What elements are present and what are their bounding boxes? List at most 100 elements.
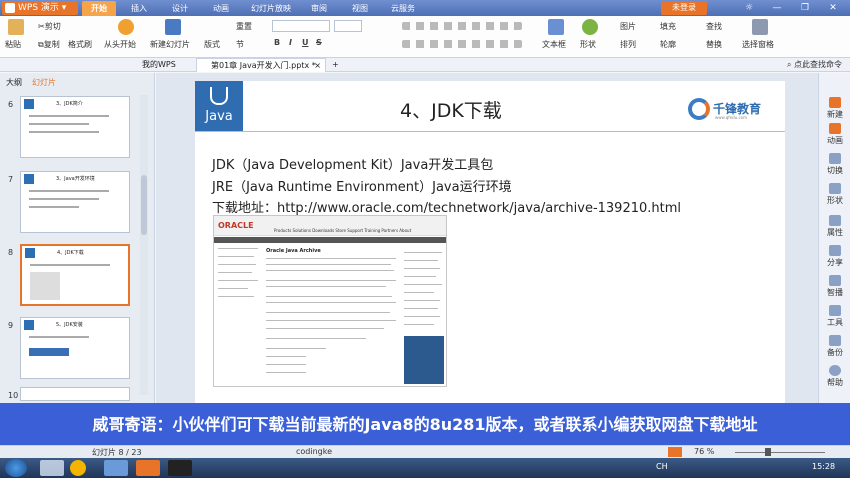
font-size-box[interactable] xyxy=(334,20,362,32)
terminal-icon[interactable] xyxy=(168,460,192,476)
thumb-number: 10 xyxy=(8,391,19,400)
copy-button[interactable]: ⧉复制 xyxy=(38,39,60,50)
select-pane-icon[interactable] xyxy=(752,19,768,35)
caption-banner: 威哥寄语：小伙伴们可下载当前最新的Java8的8u281版本，或者联系小编获取网… xyxy=(0,403,850,445)
play-icon[interactable] xyxy=(118,19,134,35)
find-button[interactable]: 查找 xyxy=(706,21,722,32)
pane-shape-button[interactable]: 形状 xyxy=(819,183,850,206)
slide-thumbnail-8[interactable]: 4、JDK下载 xyxy=(20,244,130,306)
underline-button[interactable]: U xyxy=(302,38,309,47)
document-tab-label: 第01章 Java开发入门.pptx * xyxy=(211,61,316,70)
skin-icon[interactable]: ☼ xyxy=(740,2,758,14)
tab-slideshow[interactable]: 幻灯片放映 xyxy=(246,1,296,16)
pane-share-button[interactable]: 分享 xyxy=(819,245,850,268)
zoom-slider[interactable] xyxy=(735,452,825,453)
tab-cloud[interactable]: 云服务 xyxy=(385,1,421,16)
oracle-nav: Products Solutions Downloads Store Suppo… xyxy=(274,228,412,233)
javaone-banner xyxy=(404,336,444,384)
command-search[interactable]: ⌕ 点此查找命令 xyxy=(787,58,842,72)
tab-insert[interactable]: 插入 xyxy=(124,1,154,16)
slide-thumbnail-6[interactable]: 3、JDK简介 xyxy=(20,96,130,158)
paste-button[interactable]: 粘贴 xyxy=(5,39,21,50)
transition-icon xyxy=(829,153,841,164)
close-tab-icon[interactable]: × xyxy=(314,59,321,73)
pane-new-button[interactable]: 新建 xyxy=(819,97,850,120)
my-wps-tab[interactable]: 我的WPS xyxy=(128,58,176,72)
layout-button[interactable]: 版式 xyxy=(204,39,220,50)
login-button[interactable]: 未登录 xyxy=(661,1,707,15)
play-slideshow-icon[interactable] xyxy=(668,447,682,457)
tab-view[interactable]: 视图 xyxy=(345,1,375,16)
shape-icon[interactable] xyxy=(582,19,598,35)
new-slide-button[interactable]: 新建幻灯片 xyxy=(150,39,190,50)
caption-text: 威哥寄语：小伙伴们可下载当前最新的Java8的8u281版本，或者联系小编获取网… xyxy=(92,415,758,434)
tab-animation[interactable]: 动画 xyxy=(206,1,236,16)
scissors-icon: ✂ xyxy=(38,22,45,31)
text-box-icon[interactable] xyxy=(548,19,564,35)
wps-icon[interactable] xyxy=(136,460,160,476)
outline-button[interactable]: 轮廓 xyxy=(660,39,676,50)
section-button[interactable]: 节 xyxy=(236,39,244,50)
pane-animation-button[interactable]: 动画 xyxy=(819,123,850,146)
fill-button[interactable]: 填充 xyxy=(660,21,676,32)
pane-backup-button[interactable]: 备份 xyxy=(819,335,850,358)
body-line-jre: JRE（Java Runtime Environment）Java运行环境 xyxy=(212,180,512,195)
from-start-button[interactable]: 从头开始 xyxy=(104,39,136,50)
close-button[interactable]: ✕ xyxy=(824,2,842,14)
body-line-download: 下载地址：http://www.oracle.com/technetwork/j… xyxy=(212,201,682,216)
zoom-slider-thumb[interactable] xyxy=(765,448,771,456)
pane-smart-button[interactable]: 智播 xyxy=(819,275,850,298)
start-button[interactable] xyxy=(5,459,27,477)
pane-help-button[interactable]: 帮助 xyxy=(819,365,850,388)
arrange-button[interactable]: 排列 xyxy=(620,39,636,50)
share-icon xyxy=(829,245,841,256)
oracle-heading: Oracle Java Archive xyxy=(266,248,321,254)
cut-button[interactable]: ✂剪切 xyxy=(38,21,61,32)
format-painter-button[interactable]: 格式刷 xyxy=(68,39,92,50)
bold-button[interactable]: B xyxy=(274,38,280,47)
strike-button[interactable]: S xyxy=(316,38,322,47)
slide-thumbnail-9[interactable]: 5、JDK安装 xyxy=(20,317,130,379)
outline-tab[interactable]: 大纲 xyxy=(6,77,22,88)
restore-button[interactable]: ❐ xyxy=(796,2,814,14)
pane-properties-button[interactable]: 属性 xyxy=(819,215,850,238)
ribbon: 粘贴 ✂剪切 ⧉复制 格式刷 从头开始 新建幻灯片 版式 节 重置 B I U … xyxy=(0,16,850,58)
shape-button[interactable]: 形状 xyxy=(580,39,596,50)
new-slide-icon[interactable] xyxy=(165,19,181,35)
font-name-box[interactable] xyxy=(272,20,330,32)
slide-thumbnail-10[interactable] xyxy=(20,387,130,401)
align-tools[interactable] xyxy=(402,40,522,48)
app-name: WPS 演示 xyxy=(18,3,59,13)
input-language[interactable]: CH xyxy=(656,462,668,471)
tab-design[interactable]: 设计 xyxy=(165,1,195,16)
minimize-button[interactable]: — xyxy=(768,2,786,14)
slide-counter: 幻灯片 8 / 23 xyxy=(92,448,142,457)
chrome-icon[interactable] xyxy=(70,460,86,476)
explorer-icon[interactable] xyxy=(40,460,64,476)
pane-tools-button[interactable]: 工具 xyxy=(819,305,850,328)
paste-icon[interactable] xyxy=(8,19,24,35)
tab-home[interactable]: 开始 xyxy=(82,1,116,16)
thumbnail-scrollbar[interactable] xyxy=(140,95,148,395)
document-tab-bar: 我的WPS 第01章 Java开发入门.pptx * × + ⌕ 点此查找命令 xyxy=(0,58,850,72)
tab-review[interactable]: 审阅 xyxy=(304,1,334,16)
oracle-screenshot: ORACLE Products Solutions Downloads Stor… xyxy=(213,215,447,387)
slide-thumbnail-7[interactable]: 3、Java开发环境 xyxy=(20,171,130,233)
paragraph-tools[interactable] xyxy=(402,22,522,30)
picture-button[interactable]: 图片 xyxy=(620,21,636,32)
replace-button[interactable]: 替换 xyxy=(706,39,722,50)
reset-button[interactable]: 重置 xyxy=(236,21,252,32)
add-tab-button[interactable]: + xyxy=(330,58,339,72)
pane-transition-button[interactable]: 切换 xyxy=(819,153,850,176)
slides-tab[interactable]: 幻灯片 xyxy=(32,77,56,88)
app-menu-button[interactable]: WPS 演示 ▾ xyxy=(2,1,78,15)
thumb-number: 6 xyxy=(8,100,14,109)
oracle-brand: ORACLE xyxy=(218,221,254,230)
text-box-button[interactable]: 文本框 xyxy=(542,39,566,50)
italic-button[interactable]: I xyxy=(289,38,292,47)
folder-icon[interactable] xyxy=(104,460,128,476)
select-pane-button[interactable]: 选择窗格 xyxy=(742,39,774,50)
clock[interactable]: 15:28 xyxy=(812,462,835,471)
document-tab[interactable]: 第01章 Java开发入门.pptx * × xyxy=(196,58,326,72)
zoom-level[interactable]: 76 % xyxy=(694,447,714,456)
